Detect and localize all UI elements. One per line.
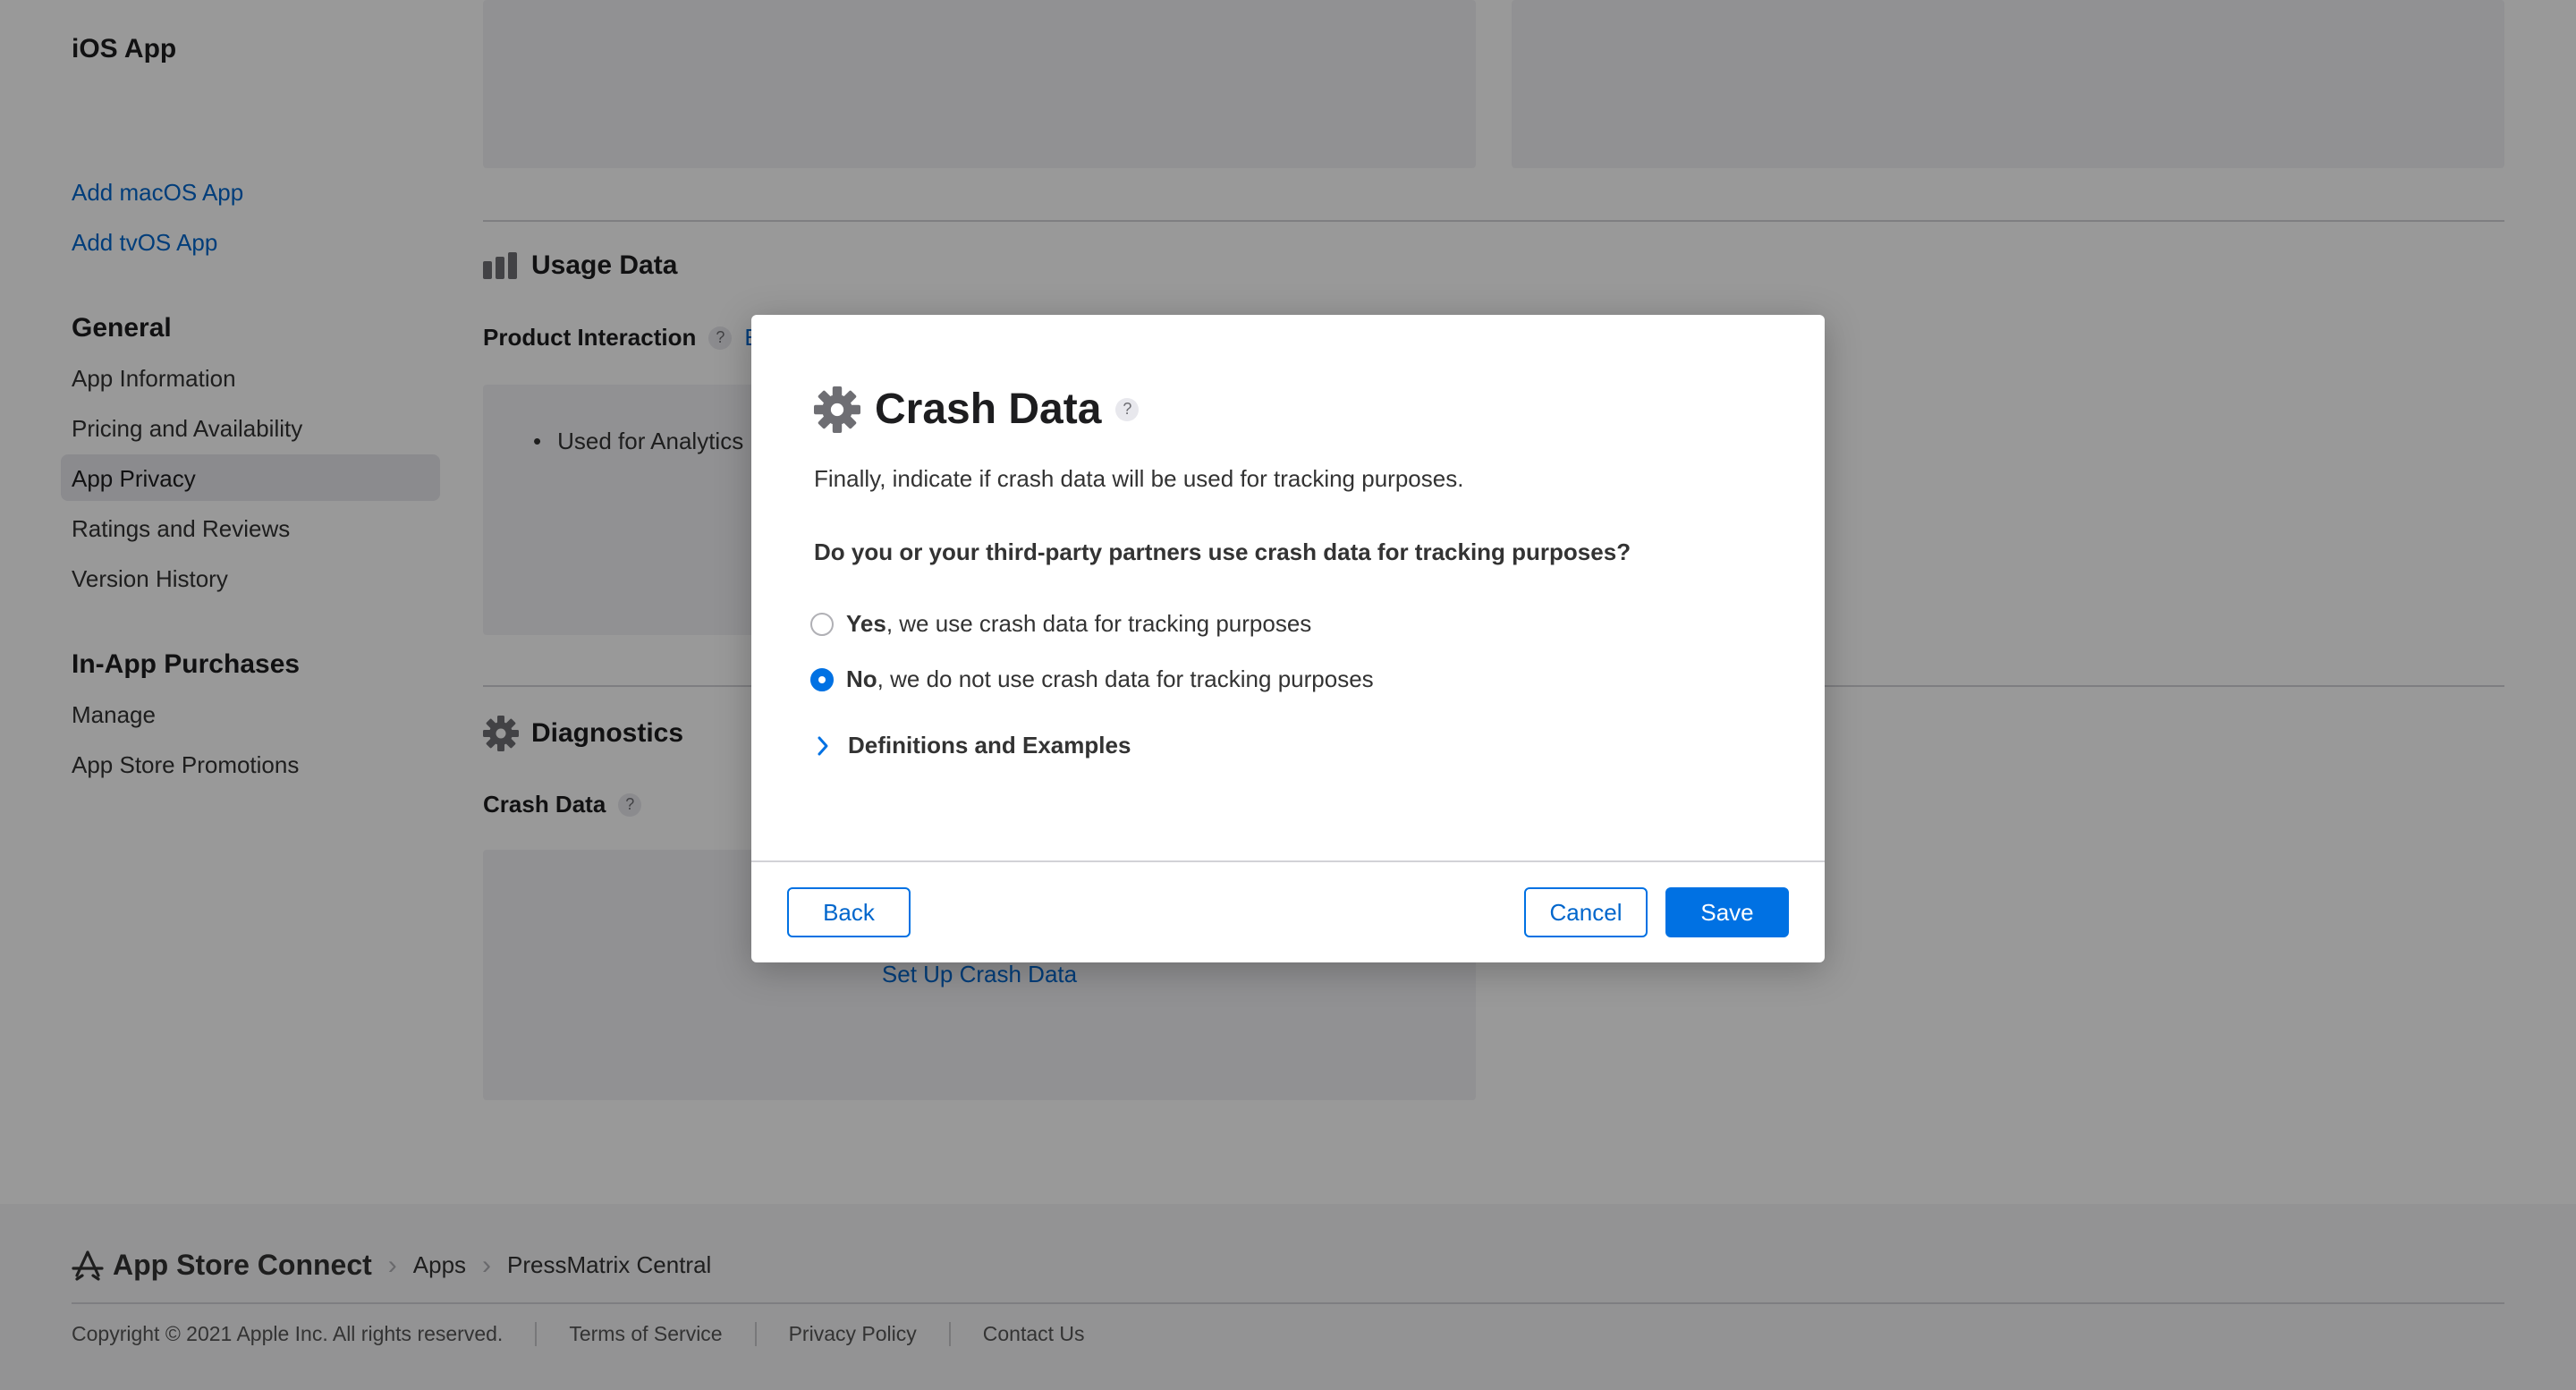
radio-option-no[interactable]: No, we do not use crash data for trackin… xyxy=(810,665,1374,693)
dialog-description: Finally, indicate if crash data will be … xyxy=(814,465,1464,492)
chevron-right-icon xyxy=(818,736,828,755)
app-privacy-page: iOS App Add macOS App Add tvOS App Gener… xyxy=(0,0,2576,1390)
tracking-question: Do you or your third-party partners use … xyxy=(814,538,1631,565)
radio-no[interactable] xyxy=(810,667,834,691)
dialog-footer-divider xyxy=(751,860,1825,862)
radio-option-yes[interactable]: Yes, we use crash data for tracking purp… xyxy=(810,610,1311,638)
help-icon[interactable]: ? xyxy=(1115,397,1140,421)
dialog-title: Crash Data xyxy=(875,386,1102,433)
radio-yes-label: Yes, we use crash data for tracking purp… xyxy=(846,610,1312,637)
gear-icon xyxy=(814,386,860,433)
radio-yes[interactable] xyxy=(810,612,834,636)
definitions-disclosure[interactable]: Definitions and Examples xyxy=(814,732,1131,759)
definitions-label: Definitions and Examples xyxy=(848,732,1131,759)
back-button[interactable]: Back xyxy=(787,887,911,937)
radio-no-label: No, we do not use crash data for trackin… xyxy=(846,665,1374,692)
crash-data-dialog: Crash Data ? Finally, indicate if crash … xyxy=(751,315,1825,962)
cancel-button[interactable]: Cancel xyxy=(1524,887,1648,937)
dialog-heading: Crash Data ? xyxy=(814,385,1140,434)
save-button[interactable]: Save xyxy=(1665,887,1789,937)
